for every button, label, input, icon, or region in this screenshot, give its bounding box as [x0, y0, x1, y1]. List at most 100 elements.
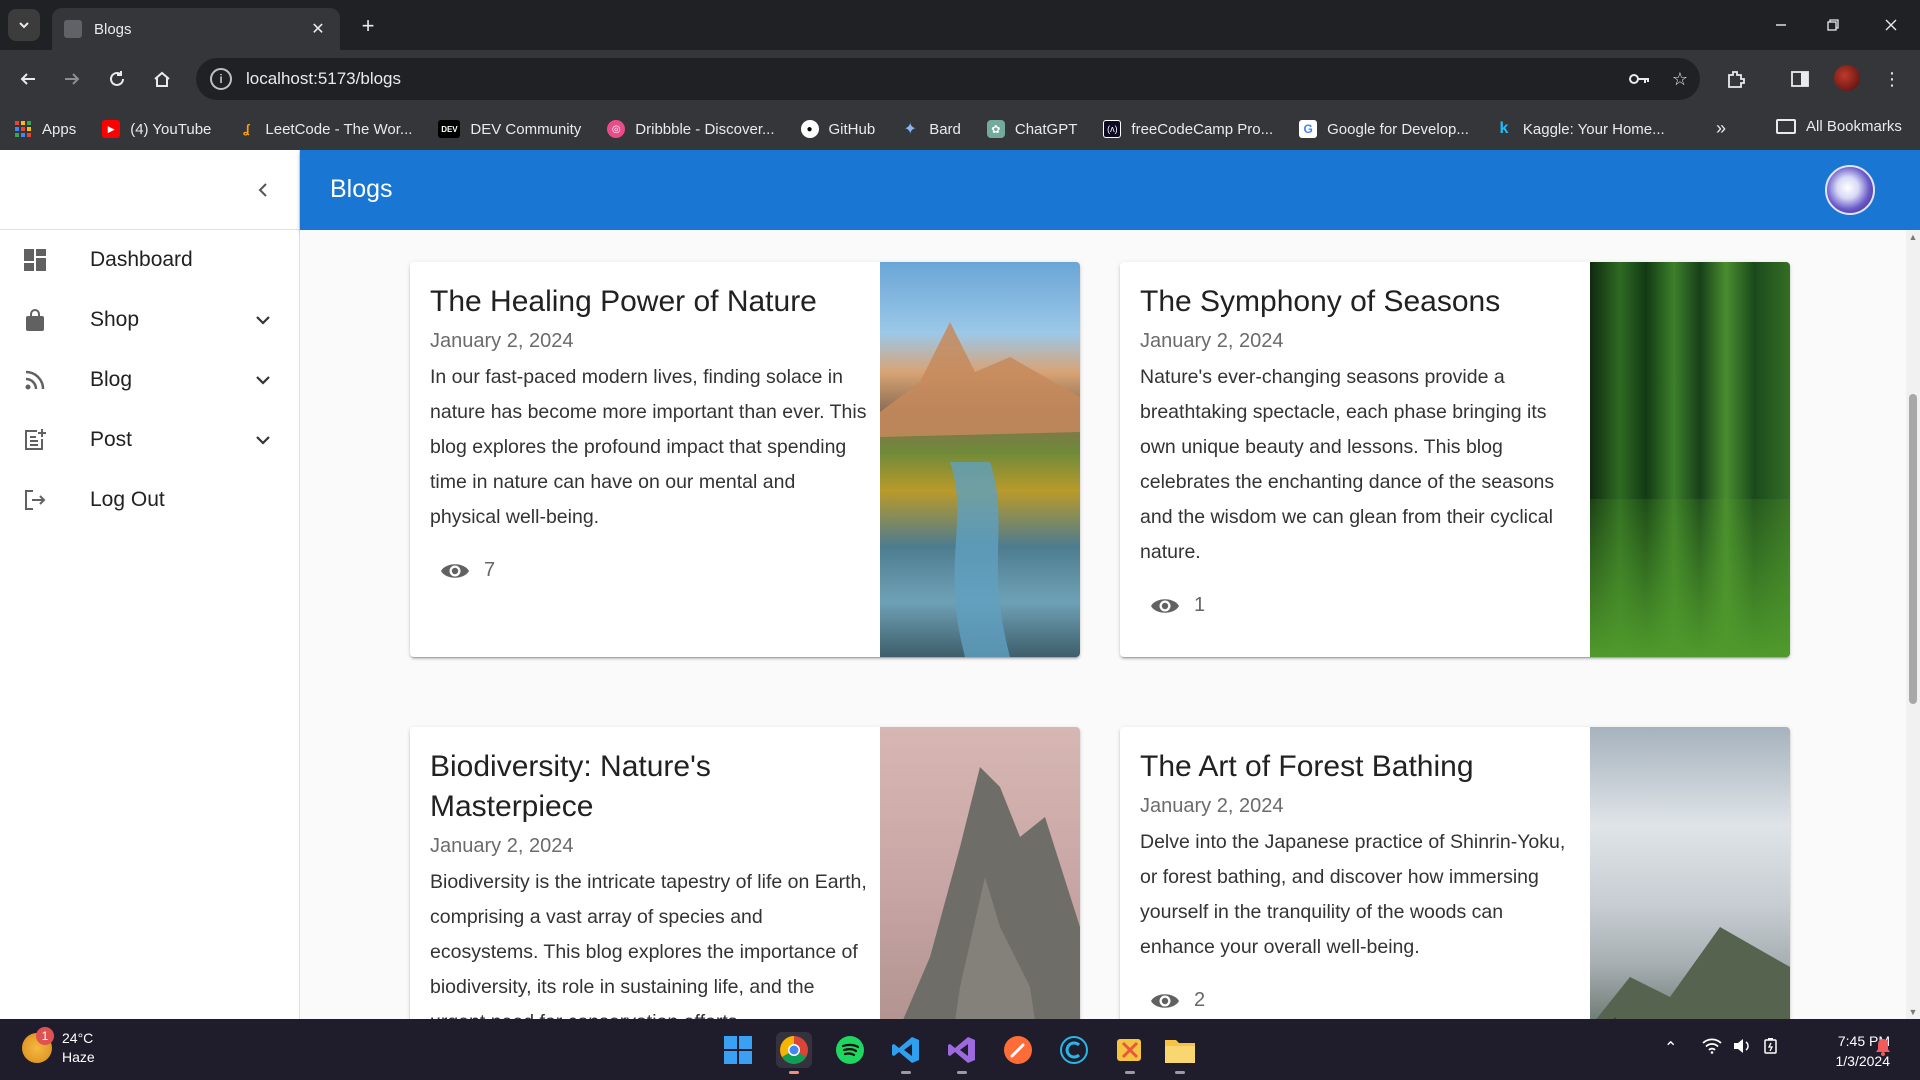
blog-date: January 2, 2024 [1140, 330, 1284, 352]
page-title: Blogs [330, 175, 393, 203]
bookmark-label: ChatGPT [1014, 120, 1078, 138]
close-window-button[interactable] [1868, 10, 1914, 40]
chevron-up-icon[interactable]: ⌃ [1664, 1038, 1677, 1058]
weather-haze-icon: 1 [22, 1027, 54, 1063]
arrow-left-icon [20, 73, 35, 85]
bookmark-kaggle[interactable]: k Kaggle: Your Home... [1495, 120, 1664, 138]
blog-title[interactable]: The Symphony of Seasons [1140, 282, 1580, 322]
browser-tab-blogs[interactable]: Blogs ✕ [52, 8, 340, 50]
file-explorer-taskbar-icon[interactable] [1162, 1032, 1198, 1074]
weather-temperature: 24°C [62, 1030, 94, 1046]
dribbble-icon: ◎ [607, 120, 626, 138]
blog-card[interactable]: The Healing Power of Nature January 2, 2… [410, 262, 1080, 657]
notification-badge: 1 [36, 1027, 54, 1045]
blog-title[interactable]: Biodiversity: Nature's Masterpiece [430, 747, 870, 827]
bookmark-star-icon[interactable]: ☆ [1660, 63, 1700, 95]
battery-icon[interactable] [1762, 1038, 1782, 1059]
sidebar-item-blog[interactable]: Blog [0, 350, 299, 410]
blog-card[interactable]: Biodiversity: Nature's Masterpiece Janua… [410, 727, 1080, 1019]
blog-card[interactable]: The Symphony of Seasons January 2, 2024 … [1120, 262, 1790, 657]
snipping-tool-taskbar-icon[interactable] [1112, 1032, 1148, 1074]
url-text[interactable]: localhost:5173/blogs [246, 69, 1620, 89]
bookmark-bard[interactable]: ✦ Bard [901, 120, 960, 139]
blog-card[interactable]: The Art of Forest Bathing January 2, 202… [1120, 727, 1790, 1019]
blog-views: 1 [1150, 594, 1580, 617]
blog-card-body: The Healing Power of Nature January 2, 2… [430, 282, 870, 582]
blog-excerpt: Nature's ever-changing seasons provide a… [1140, 366, 1555, 563]
folder-icon [1776, 119, 1796, 134]
blog-title[interactable]: The Art of Forest Bathing [1140, 747, 1580, 787]
restore-window-button[interactable] [1810, 10, 1856, 40]
blog-card-body: The Symphony of Seasons January 2, 2024 … [1140, 282, 1580, 617]
browser-profile-avatar[interactable] [1834, 65, 1860, 91]
forward-button[interactable] [56, 63, 88, 95]
weather-widget[interactable]: 1 24°C Haze [22, 1027, 95, 1067]
wifi-icon[interactable] [1702, 1038, 1722, 1059]
scroll-up-arrow-icon[interactable]: ▲ [1906, 230, 1920, 244]
green-forest-image [1590, 262, 1790, 657]
view-count: 2 [1194, 989, 1206, 1011]
bookmark-leetcode[interactable]: ʆ LeetCode - The Wor... [237, 120, 412, 138]
all-bookmarks-button[interactable]: All Bookmarks [1776, 118, 1902, 135]
scroll-down-arrow-icon[interactable]: ▼ [1906, 1005, 1920, 1019]
address-bar[interactable]: i localhost:5173/blogs ☆ [196, 58, 1700, 100]
notification-bell-icon[interactable] [1875, 1038, 1891, 1061]
bookmark-freecodecamp[interactable]: (ʌ) freeCodeCamp Pro... [1103, 120, 1273, 138]
home-button[interactable] [146, 63, 178, 95]
spotify-taskbar-icon[interactable] [832, 1032, 868, 1068]
scrollbar-thumb[interactable] [1909, 394, 1917, 704]
site-favicon-icon [64, 20, 82, 38]
vscode-taskbar-icon[interactable] [888, 1032, 924, 1074]
blog-list: The Healing Power of Nature January 2, 2… [300, 230, 1906, 1019]
page-scrollbar[interactable]: ▲ ▼ [1906, 230, 1920, 1019]
chatgpt-icon: ✿ [986, 120, 1005, 138]
bookmark-dribbble[interactable]: ◎ Dribbble - Discover... [607, 120, 775, 138]
bookmark-youtube[interactable]: ▶ (4) YouTube [102, 120, 211, 138]
dashboard-icon [22, 247, 48, 273]
eye-icon [441, 563, 469, 578]
password-key-icon[interactable] [1620, 63, 1660, 95]
sidebar-item-dashboard[interactable]: Dashboard [0, 230, 299, 290]
browser-toolbar: i localhost:5173/blogs ☆ ⋮ [0, 50, 1920, 108]
blog-excerpt: In our fast-paced modern lives, finding … [430, 366, 867, 528]
blog-date: January 2, 2024 [1140, 795, 1284, 817]
reload-button[interactable] [101, 63, 133, 95]
sidebar-item-post[interactable]: Post [0, 410, 299, 470]
volume-icon[interactable] [1732, 1038, 1752, 1059]
rocky-peak-image [880, 727, 1080, 1019]
sidebar-item-logout[interactable]: Log Out [0, 470, 299, 530]
blog-card-body: Biodiversity: Nature's Masterpiece Janua… [430, 747, 870, 1019]
blog-title[interactable]: The Healing Power of Nature [430, 282, 870, 322]
bookmark-dev[interactable]: DEV DEV Community [438, 120, 581, 138]
more-bookmarks-chevron-icon[interactable]: » [1716, 118, 1726, 139]
bookmark-chatgpt[interactable]: ✿ ChatGPT [986, 120, 1078, 138]
chrome-taskbar-icon[interactable] [776, 1032, 812, 1074]
close-tab-icon[interactable]: ✕ [308, 19, 328, 39]
postman-taskbar-icon[interactable] [1000, 1032, 1036, 1068]
weather-condition: Haze [62, 1049, 95, 1065]
bookmark-apps[interactable]: Apps [14, 120, 76, 138]
google-icon: G [1299, 120, 1318, 138]
bookmark-github[interactable]: ● GitHub [800, 120, 875, 138]
site-info-icon[interactable]: i [210, 68, 232, 90]
user-avatar[interactable] [1825, 165, 1875, 215]
windows-start-icon[interactable] [720, 1032, 756, 1068]
bookmark-label: LeetCode - The Wor... [265, 120, 413, 138]
extensions-icon[interactable] [1720, 63, 1752, 95]
bookmark-google-developers[interactable]: G Google for Develop... [1299, 120, 1469, 138]
sidebar-item-shop[interactable]: Shop [0, 290, 299, 350]
browser-c-taskbar-icon[interactable] [1056, 1032, 1092, 1068]
bookmark-label: DEV Community [470, 120, 582, 138]
shopping-bag-icon [22, 307, 48, 333]
sidebar-item-label: Shop [90, 308, 140, 331]
collapse-sidebar-button[interactable] [250, 176, 278, 204]
new-tab-button[interactable]: + [354, 12, 382, 40]
back-button[interactable] [12, 63, 44, 95]
more-menu-icon[interactable]: ⋮ [1876, 63, 1908, 95]
side-panel-icon[interactable] [1784, 63, 1816, 95]
tab-search-button[interactable] [8, 9, 40, 41]
home-icon [154, 71, 170, 87]
running-app-indicator [1175, 1071, 1185, 1074]
minimize-window-button[interactable] [1758, 10, 1804, 40]
visual-studio-taskbar-icon[interactable] [944, 1032, 980, 1074]
